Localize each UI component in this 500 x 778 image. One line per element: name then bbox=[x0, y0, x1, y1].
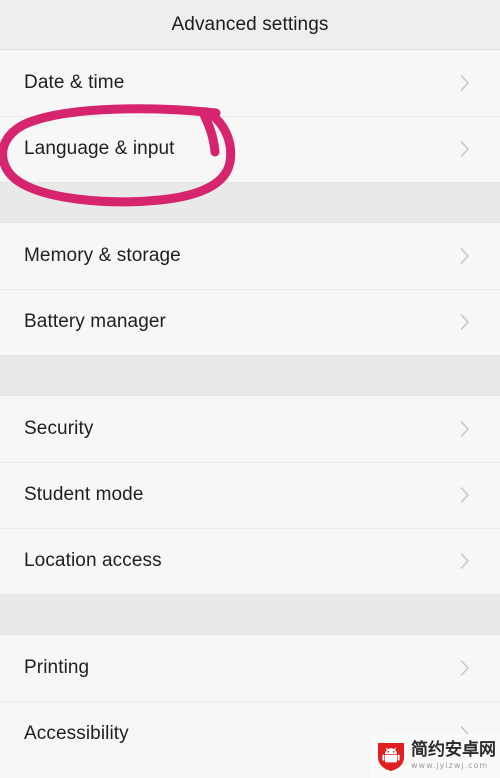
settings-row-label: Location access bbox=[24, 550, 162, 571]
chevron-right-icon bbox=[458, 311, 472, 333]
settings-row-memory-and-storage[interactable]: Memory & storage bbox=[0, 223, 500, 289]
chevron-right-icon bbox=[458, 72, 472, 94]
chevron-right-icon bbox=[458, 245, 472, 267]
watermark-site-name: 简约安卓网 bbox=[411, 740, 496, 760]
page-title: Advanced settings bbox=[171, 13, 329, 35]
settings-row-language-and-input[interactable]: Language & input bbox=[0, 116, 500, 182]
settings-row-battery-manager[interactable]: Battery manager bbox=[0, 289, 500, 355]
app-header: Advanced settings bbox=[0, 0, 500, 50]
settings-row-label: Printing bbox=[24, 657, 90, 678]
watermark-url: www.jylzwj.com bbox=[411, 761, 489, 770]
settings-row-label: Memory & storage bbox=[24, 245, 181, 266]
settings-row-location-access[interactable]: Location access bbox=[0, 528, 500, 594]
settings-row-date-and-time[interactable]: Date & time bbox=[0, 50, 500, 116]
watermark-text: 简约安卓网 www.jylzwj.com bbox=[411, 742, 496, 770]
chevron-right-icon bbox=[458, 550, 472, 572]
chevron-right-icon bbox=[458, 138, 472, 160]
settings-group: Date & time Language & input bbox=[0, 50, 500, 182]
settings-group: Security Student mode Location access bbox=[0, 396, 500, 594]
site-watermark: 简约安卓网 www.jylzwj.com bbox=[370, 734, 500, 778]
settings-group-separator bbox=[0, 355, 500, 396]
settings-row-label: Language & input bbox=[24, 138, 175, 159]
settings-row-label: Battery manager bbox=[24, 311, 166, 332]
settings-row-student-mode[interactable]: Student mode bbox=[0, 462, 500, 528]
settings-group: Memory & storage Battery manager bbox=[0, 223, 500, 355]
android-shield-icon bbox=[376, 740, 406, 772]
chevron-right-icon bbox=[458, 484, 472, 506]
settings-row-security[interactable]: Security bbox=[0, 396, 500, 462]
settings-screen: Advanced settings Date & time Language & … bbox=[0, 0, 500, 778]
settings-row-label: Student mode bbox=[24, 484, 144, 505]
settings-group-separator bbox=[0, 594, 500, 635]
settings-row-label: Security bbox=[24, 418, 94, 439]
settings-group-separator bbox=[0, 182, 500, 223]
settings-row-label: Date & time bbox=[24, 72, 125, 93]
chevron-right-icon bbox=[458, 657, 472, 679]
settings-row-printing[interactable]: Printing bbox=[0, 635, 500, 701]
chevron-right-icon bbox=[458, 418, 472, 440]
settings-list: Date & time Language & input Memory & stor… bbox=[0, 50, 500, 767]
